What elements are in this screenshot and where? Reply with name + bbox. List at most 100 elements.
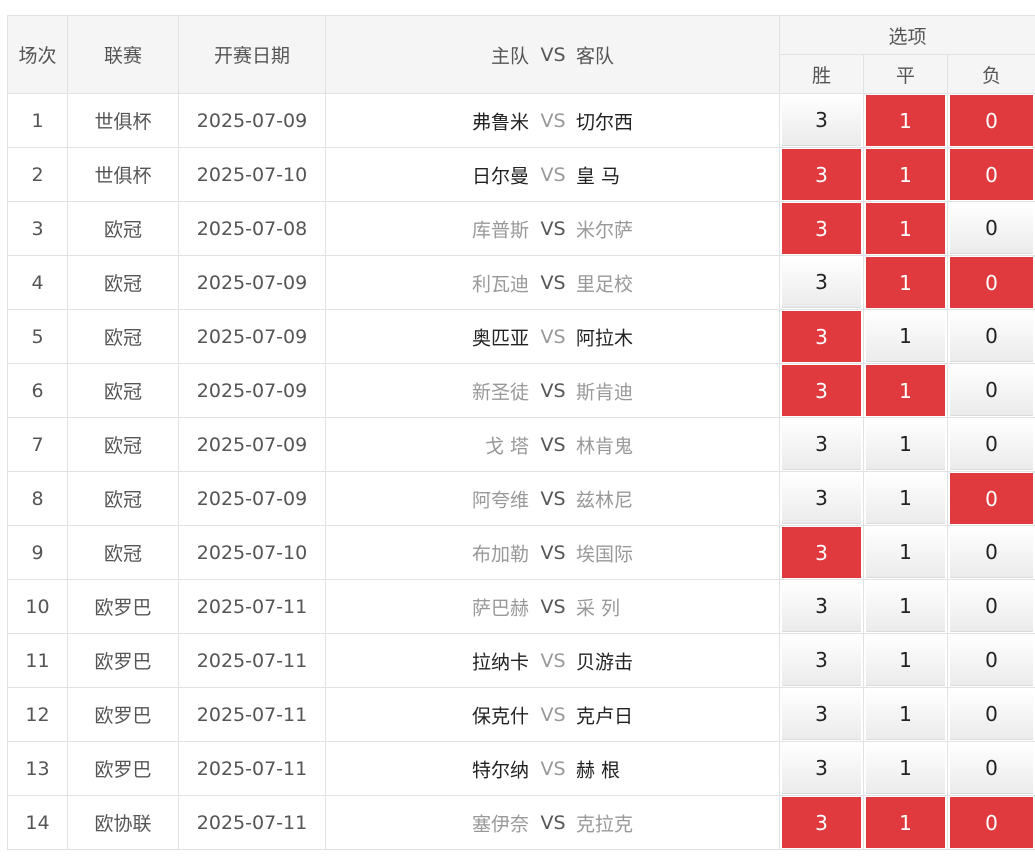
header-index: 场次 (7, 15, 68, 94)
table-row: 10 欧罗巴 2025-07-11 萨巴赫 VS 采 列310 (7, 579, 1035, 634)
away-team: 赫 根 (576, 759, 621, 781)
table-row: 2 世俱杯 2025-07-10 日尔曼 VS 皇 马 310 (7, 147, 1035, 202)
option-win-button[interactable]: 3 (782, 581, 861, 632)
option-win-button[interactable]: 3 (782, 95, 861, 146)
row-league: 欧冠 (67, 309, 179, 364)
row-date: 2025-07-09 (178, 417, 326, 472)
header-away: 客队 (576, 45, 615, 67)
home-team: 新圣徒 (471, 381, 529, 403)
home-team: 特尔纳 (471, 759, 529, 781)
row-league: 欧冠 (67, 417, 179, 472)
option-draw-button[interactable]: 1 (866, 689, 945, 740)
option-loss-button[interactable]: 0 (950, 743, 1034, 794)
option-draw-cell: 1 (863, 687, 948, 742)
option-loss-button[interactable]: 0 (950, 797, 1034, 848)
option-win-button[interactable]: 3 (782, 743, 861, 794)
vs-label: VS (540, 649, 566, 672)
row-index: 3 (7, 201, 68, 256)
option-win-button[interactable]: 3 (782, 797, 861, 848)
option-win-button[interactable]: 3 (782, 311, 861, 362)
row-league: 欧冠 (67, 255, 179, 310)
home-team: 阿夸维 (471, 489, 529, 511)
option-loss-button[interactable]: 0 (950, 149, 1034, 200)
row-league: 欧协联 (67, 795, 179, 850)
vs-label: VS (540, 325, 566, 348)
row-date: 2025-07-09 (178, 471, 326, 526)
option-win-button[interactable]: 3 (782, 203, 861, 254)
option-draw-button[interactable]: 1 (866, 257, 945, 308)
table-row: 1 世俱杯 2025-07-09 弗鲁米 VS 切尔西 3 1 0 (7, 93, 1035, 148)
option-loss-button[interactable]: 0 (950, 95, 1034, 146)
vs-label: VS (540, 217, 566, 240)
row-date: 2025-07-10 (178, 147, 326, 202)
option-loss-button[interactable]: 0 (950, 203, 1034, 254)
option-draw-button[interactable]: 1 (866, 635, 945, 686)
option-loss-button[interactable]: 0 (950, 527, 1034, 578)
option-draw-cell: 1 (863, 741, 948, 796)
away-team: 克拉克 (576, 813, 634, 835)
row-league: 欧冠 (67, 363, 179, 418)
option-win-button[interactable]: 3 (782, 527, 861, 578)
option-loss-button[interactable]: 0 (950, 635, 1034, 686)
option-loss-button[interactable]: 0 (950, 689, 1034, 740)
option-draw-button[interactable]: 1 (866, 95, 945, 146)
home-team: 布加勒 (471, 543, 529, 565)
option-win-cell: 3 (779, 147, 864, 202)
match-table: 场次 联赛 开赛日期 主队 VS 客队 选项 胜 平 负 1 世俱杯 2025-07… (7, 15, 1035, 850)
option-loss-cell: 0 (946, 201, 1035, 256)
option-draw-button[interactable]: 1 (866, 797, 945, 848)
option-draw-button[interactable]: 1 (866, 743, 945, 794)
option-loss-button[interactable]: 0 (950, 419, 1034, 470)
option-win-cell: 3 (779, 363, 864, 418)
option-draw-button[interactable]: 1 (866, 311, 945, 362)
option-win-button[interactable]: 3 (782, 419, 861, 470)
away-team: 贝游击 (576, 651, 634, 673)
option-win-button[interactable]: 3 (782, 257, 861, 308)
row-date: 2025-07-09 (178, 93, 326, 148)
row-match: 弗鲁米 VS 切尔西 (325, 93, 780, 148)
option-win-button[interactable]: 3 (782, 149, 861, 200)
option-draw-button[interactable]: 1 (866, 473, 945, 524)
home-team: 日尔曼 (471, 165, 529, 187)
option-draw-button[interactable]: 1 (866, 365, 945, 416)
table-row: 12 欧罗巴 2025-07-11 保克什 VS 克卢日 3 1 0 (7, 687, 1035, 742)
row-date: 2025-07-11 (178, 741, 326, 796)
row-match: 阿夸维 VS 兹林尼 (325, 471, 780, 526)
option-loss-button[interactable]: 0 (950, 311, 1034, 362)
option-win-button[interactable]: 3 (782, 635, 861, 686)
option-loss-button[interactable]: 0 (950, 365, 1034, 416)
row-index: 10 (7, 579, 68, 634)
option-draw-cell: 1 (863, 363, 948, 418)
vs-label: VS (540, 811, 566, 834)
vs-label: VS (540, 757, 566, 780)
row-index: 14 (7, 795, 68, 850)
vs-label: VS (540, 379, 566, 402)
option-draw-cell: 1 (863, 93, 948, 148)
row-index: 6 (7, 363, 68, 418)
away-team: 斯肯迪 (576, 381, 634, 403)
home-team: 弗鲁米 (471, 111, 529, 133)
option-draw-cell: 1 (863, 525, 948, 580)
row-date: 2025-07-09 (178, 309, 326, 364)
option-draw-cell: 1 (863, 417, 948, 472)
home-team: 保克什 (471, 705, 529, 727)
option-draw-button[interactable]: 1 (866, 527, 945, 578)
option-loss-button[interactable]: 0 (950, 257, 1034, 308)
away-team: 切尔西 (576, 111, 634, 133)
option-draw-button[interactable]: 1 (866, 419, 945, 470)
option-draw-button[interactable]: 1 (866, 149, 945, 200)
option-win-cell: 3 (779, 255, 864, 310)
option-win-button[interactable]: 3 (782, 689, 861, 740)
option-draw-button[interactable]: 1 (866, 203, 945, 254)
header-home: 主队 (490, 45, 529, 67)
option-loss-button[interactable]: 0 (950, 473, 1034, 524)
option-loss-cell: 0 (946, 633, 1035, 688)
option-draw-button[interactable]: 1 (866, 581, 945, 632)
option-win-button[interactable]: 3 (782, 365, 861, 416)
home-team: 利瓦迪 (471, 273, 529, 295)
option-loss-button[interactable]: 0 (950, 581, 1034, 632)
table-row: 13 欧罗巴 2025-07-11 特尔纳 VS 赫 根 310 (7, 741, 1035, 796)
header-options: 选项 (778, 15, 1035, 55)
option-win-button[interactable]: 3 (782, 473, 861, 524)
row-match: 保克什 VS 克卢日 (325, 687, 780, 742)
